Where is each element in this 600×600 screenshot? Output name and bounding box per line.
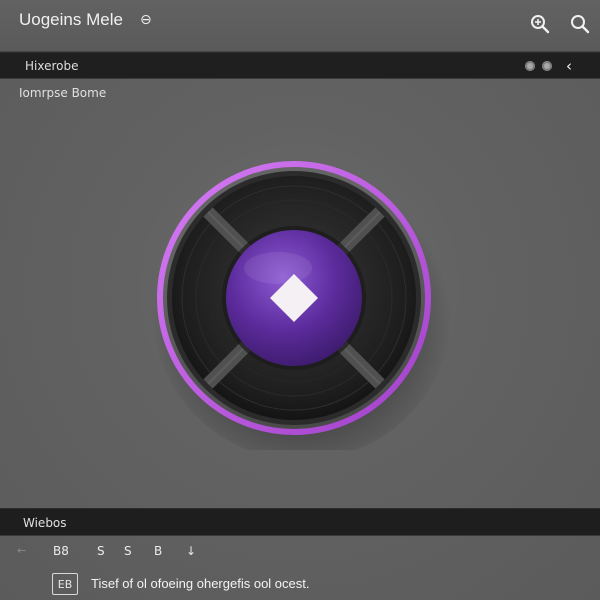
status-dot-icon[interactable] xyxy=(525,61,535,71)
document-icon[interactable]: EB xyxy=(52,573,78,595)
format-button-style[interactable]: S xyxy=(124,544,132,558)
format-button-down[interactable]: ↓ xyxy=(186,544,196,558)
app-window: Uogeins Mele ⊖ Hixerobe ‹ Iomrpse Bome W… xyxy=(0,0,600,600)
format-button-bold-size[interactable]: B8 xyxy=(53,544,69,558)
media-disc[interactable] xyxy=(150,150,452,460)
format-button-strike[interactable]: S xyxy=(97,544,105,558)
search-icon[interactable] xyxy=(568,12,592,36)
section-heading: Iomrpse Bome xyxy=(19,86,107,100)
format-toolbar: ← B8 S S B ↓ EB Tisef of ol ofoeing oher… xyxy=(0,536,600,600)
bottom-bar: Wiebos xyxy=(0,508,600,536)
tool-bar: Hixerobe ‹ xyxy=(0,52,600,79)
title-bar: Uogeins Mele ⊖ xyxy=(0,0,600,52)
bottom-bar-label: Wiebos xyxy=(23,516,67,530)
title-badge[interactable]: ⊖ xyxy=(140,12,152,28)
search-plus-icon[interactable] xyxy=(528,12,552,36)
status-text: Tisef of ol ofoeing ohergefis ool ocest. xyxy=(91,576,310,591)
disc-icon xyxy=(152,160,452,460)
status-dot-icon[interactable] xyxy=(542,61,552,71)
format-button-bold[interactable]: B xyxy=(154,544,162,558)
app-title: Uogeins Mele xyxy=(19,10,123,29)
format-side-label[interactable]: ← xyxy=(17,544,26,557)
tool-bar-label: Hixerobe xyxy=(25,59,79,73)
chevron-left-icon[interactable]: ‹ xyxy=(566,57,572,75)
